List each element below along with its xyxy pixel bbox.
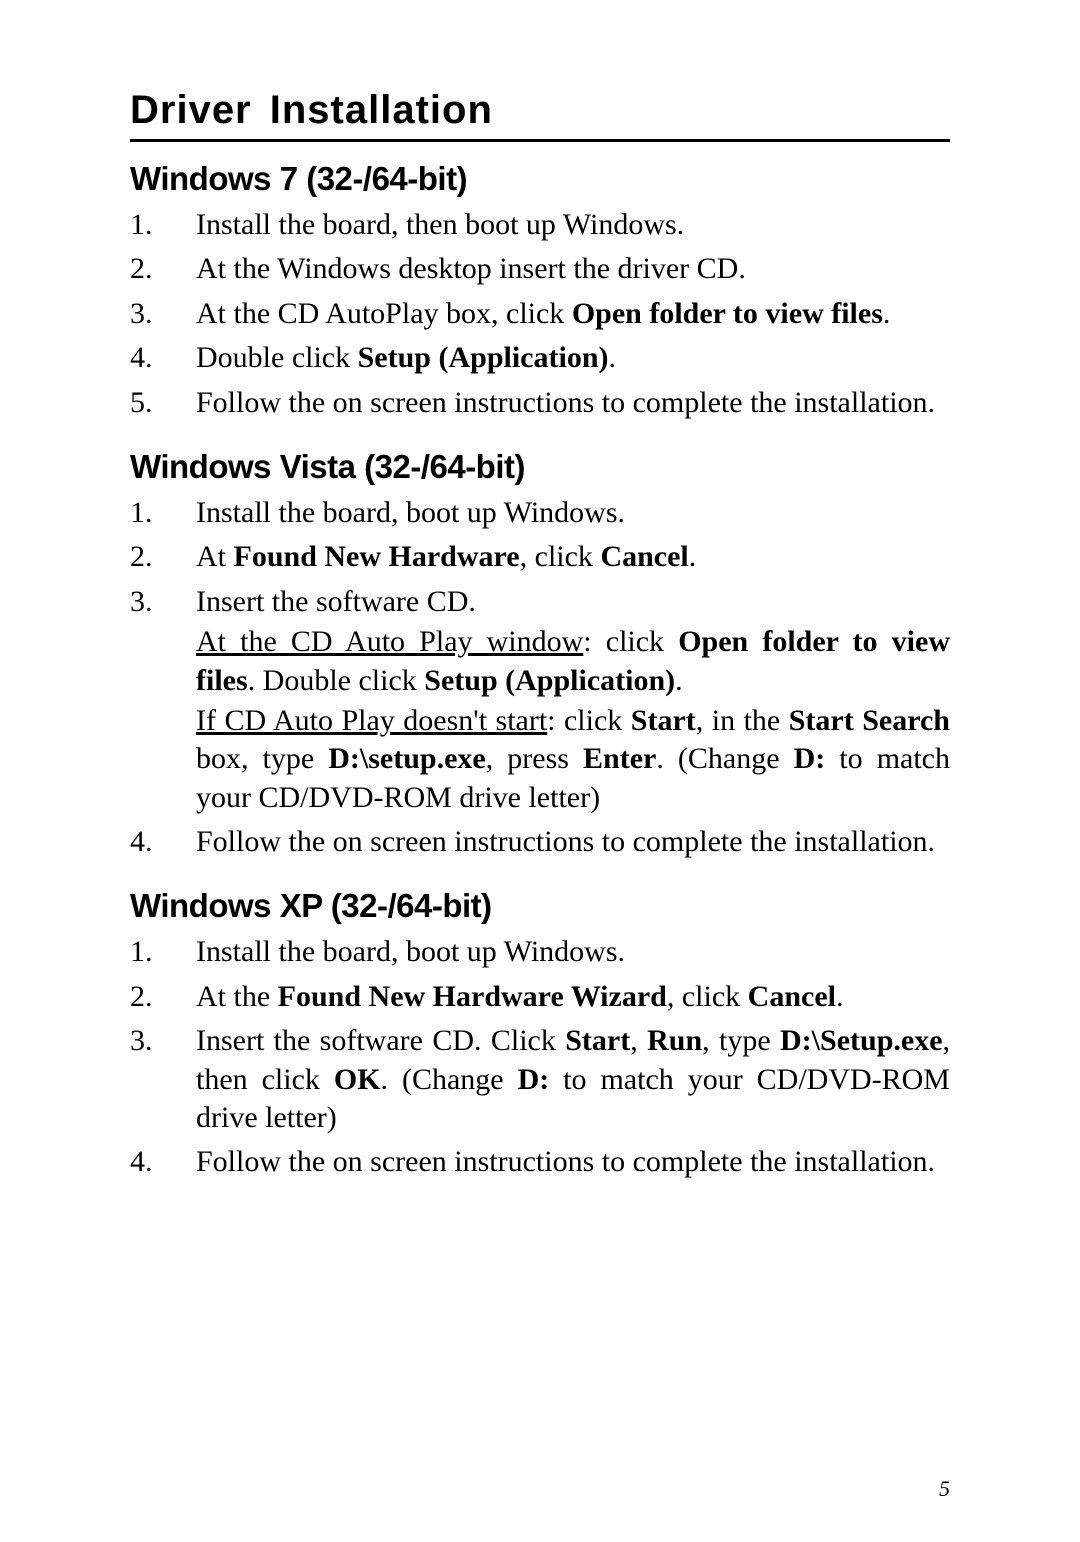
text-run: Run: [647, 1024, 702, 1057]
text-run: .: [689, 540, 697, 573]
section-heading: Windows XP (32-/64-bit): [130, 887, 950, 925]
text-run: . (Change: [656, 742, 793, 775]
text-run: D:: [518, 1063, 550, 1096]
step-item: Install the board, boot up Windows.: [130, 494, 950, 532]
page-title: Driver Installation: [130, 88, 950, 142]
text-run: : click: [547, 704, 631, 737]
text-run: , click: [667, 980, 748, 1013]
text-run: , type: [702, 1024, 780, 1057]
step-list: Install the board, boot up Windows. At Fo…: [130, 494, 950, 862]
text-run: box, type: [196, 742, 328, 775]
text-run: .: [836, 980, 844, 1013]
text-run: Insert the software CD.: [196, 585, 476, 618]
step-item: At the Windows desktop insert the driver…: [130, 250, 950, 288]
text-run: , in the: [696, 704, 789, 737]
text-run: Install the board, boot up Windows.: [196, 496, 625, 529]
text-run: .: [883, 297, 891, 330]
text-run: At the Windows desktop insert the driver…: [196, 252, 746, 285]
step-item: Install the board, then boot up Windows.: [130, 206, 950, 244]
text-run: At the CD AutoPlay box, click: [196, 297, 572, 330]
text-run: Found New Hardware Wizard: [278, 980, 667, 1013]
text-run: Open folder to view files: [572, 297, 883, 330]
text-run: Setup (Application): [424, 664, 675, 697]
text-run: . Double click: [248, 664, 425, 697]
step-item: Follow the on screen instructions to com…: [130, 384, 950, 422]
text-run: D:\setup.exe: [328, 742, 485, 775]
step-item: At Found New Hardware, click Cancel.: [130, 538, 950, 576]
page-number: 5: [939, 1476, 950, 1502]
text-run: At: [196, 540, 234, 573]
text-run: Start: [631, 704, 696, 737]
step-item: Insert the software CD. At the CD Auto Pl…: [130, 583, 950, 817]
text-run: Double click: [196, 341, 358, 374]
text-run: At the: [196, 980, 278, 1013]
text-run: Follow the on screen instructions to com…: [196, 1145, 935, 1178]
text-run: Cancel: [600, 540, 688, 573]
document-page: Driver Installation Windows 7 (32-/64-bi…: [0, 0, 1080, 1542]
text-run: Setup (Application): [358, 341, 609, 374]
text-run: : click: [583, 625, 678, 658]
step-list: Install the board, boot up Windows. At th…: [130, 933, 950, 1181]
text-run: Cancel: [748, 980, 836, 1013]
text-run: Found New Hardware: [234, 540, 520, 573]
step-item: Insert the software CD. Click Start, Run…: [130, 1022, 950, 1137]
text-run: ,: [630, 1024, 647, 1057]
text-run: At the CD Auto Play window: [196, 625, 583, 658]
text-run: Follow the on screen instructions to com…: [196, 825, 935, 858]
text-run: Start: [565, 1024, 630, 1057]
text-run: D:\Setup.exe: [780, 1024, 942, 1057]
text-run: Follow the on screen instructions to com…: [196, 386, 935, 419]
text-run: Install the board, then boot up Windows.: [196, 208, 684, 241]
text-run: , press: [486, 742, 583, 775]
step-item: Double click Setup (Application).: [130, 339, 950, 377]
text-run: D:: [794, 742, 826, 775]
step-item: Install the board, boot up Windows.: [130, 933, 950, 971]
text-run: OK: [334, 1063, 381, 1096]
text-run: . (Change: [381, 1063, 518, 1096]
text-run: Install the board, boot up Windows.: [196, 935, 625, 968]
step-item: At the CD AutoPlay box, click Open folde…: [130, 295, 950, 333]
section-heading: Windows Vista (32-/64-bit): [130, 448, 950, 486]
text-run: Enter: [583, 742, 656, 775]
text-run: Start Search: [789, 704, 950, 737]
section-heading: Windows 7 (32-/64-bit): [130, 160, 950, 198]
text-run: If CD Auto Play doesn't start: [196, 704, 547, 737]
text-run: , click: [520, 540, 601, 573]
text-run: .: [675, 664, 683, 697]
step-item: Follow the on screen instructions to com…: [130, 1143, 950, 1181]
step-item: At the Found New Hardware Wizard, click …: [130, 978, 950, 1016]
text-run: .: [609, 341, 617, 374]
text-run: Insert the software CD. Click: [196, 1024, 565, 1057]
step-item: Follow the on screen instructions to com…: [130, 823, 950, 861]
step-list: Install the board, then boot up Windows.…: [130, 206, 950, 422]
